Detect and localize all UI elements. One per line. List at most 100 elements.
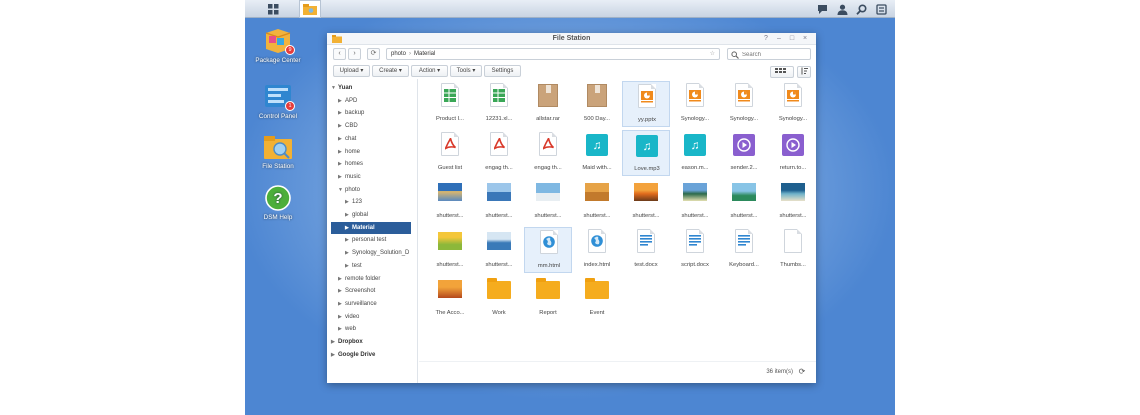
tree-expander-icon[interactable]: ▶ — [345, 196, 352, 208]
close-button[interactable]: × — [800, 34, 810, 44]
tree-item-11[interactable]: ▶ personal test — [327, 234, 417, 246]
tree-item-16[interactable]: ▶ surveillance — [327, 298, 417, 310]
main-menu-button[interactable] — [263, 0, 283, 18]
file-item[interactable]: shutterst... — [573, 178, 621, 224]
file-item[interactable]: Report — [524, 275, 572, 321]
file-item[interactable]: Guest list — [426, 130, 474, 176]
tree-dropbox[interactable]: ▶ Dropbox — [327, 336, 417, 348]
upload-button[interactable]: Upload ▾ — [333, 65, 370, 77]
file-item[interactable]: Synology... — [769, 81, 817, 127]
tree-expander-icon[interactable]: ▶ — [338, 107, 345, 119]
file-item[interactable]: return.to... — [769, 130, 817, 176]
tree-expander-icon[interactable]: ▶ — [338, 133, 345, 145]
tree-item-0[interactable]: ▶ APD — [327, 95, 417, 107]
tree-expander-icon[interactable]: ▶ — [338, 171, 345, 183]
tree-expander-icon[interactable]: ▶ — [345, 260, 352, 272]
maximize-button[interactable]: □ — [787, 34, 797, 44]
tree-expander-icon[interactable]: ▶ — [345, 247, 352, 259]
forward-button[interactable]: › — [348, 48, 361, 60]
refresh-button[interactable]: ⟳ — [367, 48, 380, 60]
desktop-icon-control-panel[interactable]: 1 Control Panel — [248, 83, 308, 120]
user-icon[interactable] — [836, 3, 848, 15]
settings-button[interactable]: Settings — [484, 65, 521, 77]
tree-expander-icon[interactable]: ▶ — [338, 285, 345, 297]
file-item[interactable]: shutterst... — [720, 178, 768, 224]
file-station-taskbar-button[interactable] — [299, 0, 321, 18]
tree-item-18[interactable]: ▶ web — [327, 323, 417, 335]
file-item[interactable]: 12231.xl... — [475, 81, 523, 127]
help-button[interactable]: ? — [761, 34, 771, 44]
search-box[interactable] — [727, 48, 811, 60]
tree-expander-icon[interactable]: ▶ — [338, 311, 345, 323]
file-item[interactable]: shutterst... — [426, 227, 474, 273]
tree-expander-icon[interactable]: ▶ — [345, 209, 352, 221]
desktop-icon-package-center[interactable]: 9 Package Center — [248, 27, 308, 64]
file-item[interactable]: engag th... — [475, 130, 523, 176]
file-item[interactable]: sender.2... — [720, 130, 768, 176]
tree-item-12[interactable]: ▶ Synology_Solution_D — [327, 247, 417, 259]
file-item[interactable]: ♫ Love.mp3 — [622, 129, 670, 176]
file-item[interactable]: mm.html — [524, 226, 572, 273]
file-item[interactable]: Work — [475, 275, 523, 321]
tree-item-14[interactable]: ▶ remote folder — [327, 273, 417, 285]
action-button[interactable]: Action ▾ — [411, 65, 448, 77]
tree-expander-icon[interactable]: ▶ — [338, 120, 345, 132]
notification-icon[interactable] — [816, 3, 828, 15]
file-item[interactable]: Product I... — [426, 81, 474, 127]
tree-expander-icon[interactable]: ▶ — [338, 158, 345, 170]
file-item[interactable]: shutterst... — [426, 178, 474, 224]
search-icon[interactable] — [855, 3, 867, 15]
file-item[interactable]: ♫ Maid with... — [573, 130, 621, 176]
tree-item-4[interactable]: ▶ home — [327, 146, 417, 158]
create-button[interactable]: Create ▾ — [372, 65, 409, 77]
bookmark-star-icon[interactable]: ☆ — [710, 49, 715, 59]
file-item[interactable]: Keyboard... — [720, 227, 768, 273]
tree-root[interactable]: ▼ Yuan — [327, 82, 417, 94]
minimize-button[interactable]: – — [774, 34, 784, 44]
tree-expander-icon[interactable]: ▼ — [331, 82, 338, 94]
path-segment-material[interactable]: Material — [414, 51, 435, 57]
file-item[interactable]: ♫ eason.m... — [671, 130, 719, 176]
search-input[interactable] — [742, 50, 810, 59]
path-bar[interactable]: photo › Material ☆ — [386, 48, 720, 60]
tree-item-8[interactable]: ▶ 123 — [327, 196, 417, 208]
tree-item-6[interactable]: ▶ music — [327, 171, 417, 183]
tree-expander-icon[interactable]: ▶ — [338, 323, 345, 335]
file-item[interactable]: Synology... — [671, 81, 719, 127]
tree-item-10[interactable]: ▶ Material — [331, 221, 411, 234]
file-item[interactable]: test.docx — [622, 227, 670, 273]
file-item[interactable]: allstar.rar — [524, 81, 572, 127]
desktop-icon-file-station[interactable]: File Station — [248, 133, 308, 170]
file-item[interactable]: index.html — [573, 227, 621, 273]
back-button[interactable]: ‹ — [333, 48, 346, 60]
tree-item-1[interactable]: ▶ backup — [327, 107, 417, 119]
window-titlebar[interactable]: File Station ? – □ × — [327, 33, 816, 45]
file-item[interactable]: 500 Day... — [573, 81, 621, 127]
tools-button[interactable]: Tools ▾ — [450, 65, 482, 77]
refresh-list-icon[interactable]: ⟳ — [797, 367, 807, 377]
sort-button[interactable] — [797, 66, 811, 78]
file-item[interactable]: yy.pptx — [622, 81, 670, 127]
tree-item-9[interactable]: ▶ global — [327, 209, 417, 221]
tree-item-3[interactable]: ▶ chat — [327, 133, 417, 145]
tree-google-drive[interactable]: ▶ Google Drive — [327, 349, 417, 361]
path-segment-photo[interactable]: photo — [391, 51, 406, 57]
tree-item-7[interactable]: ▼ photo — [327, 184, 417, 196]
tree-expander-icon[interactable]: ▶ — [331, 349, 338, 361]
widgets-icon[interactable] — [875, 3, 887, 15]
file-item[interactable]: Thumbs... — [769, 227, 817, 273]
file-item[interactable]: shutterst... — [671, 178, 719, 224]
tree-expander-icon[interactable]: ▶ — [338, 146, 345, 158]
tree-item-5[interactable]: ▶ homes — [327, 158, 417, 170]
tree-expander-icon[interactable]: ▶ — [338, 298, 345, 310]
file-item[interactable]: Event — [573, 275, 621, 321]
tree-expander-icon[interactable]: ▶ — [331, 336, 338, 348]
view-mode-button[interactable] — [770, 66, 794, 78]
file-item[interactable]: shutterst... — [475, 178, 523, 224]
file-item[interactable]: The Acco... — [426, 275, 474, 321]
tree-expander-icon[interactable]: ▶ — [338, 95, 345, 107]
tree-expander-icon[interactable]: ▶ — [345, 234, 352, 246]
file-item[interactable]: Synology... — [720, 81, 768, 127]
desktop-icon-dsm-help[interactable]: ? DSM Help — [248, 184, 308, 221]
tree-expander-icon[interactable]: ▼ — [338, 184, 345, 196]
